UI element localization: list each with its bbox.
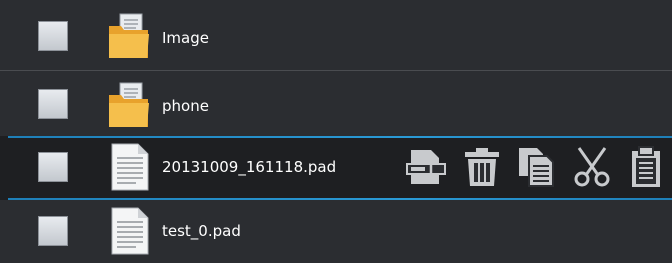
list-item[interactable]: test_0.pad — [0, 200, 672, 263]
file-name[interactable]: phone — [162, 97, 209, 115]
trash-icon[interactable] — [461, 146, 503, 188]
list-item[interactable]: phone — [0, 70, 672, 136]
row-action-toolbar — [405, 146, 665, 190]
list-item[interactable]: Image — [0, 0, 672, 70]
rename-icon[interactable] — [405, 146, 447, 188]
selection-border-top — [8, 136, 672, 138]
file-name[interactable]: 20131009_161118.pad — [162, 158, 336, 176]
list-item-selected[interactable]: 20131009_161118.pad — [0, 136, 672, 200]
file-list: Image phone 20131009_161118.pad test_0.p… — [0, 0, 672, 263]
document-icon — [106, 142, 152, 192]
copy-icon[interactable] — [515, 146, 557, 188]
selection-border-bottom — [8, 198, 672, 200]
row-checkbox[interactable] — [38, 21, 68, 51]
row-checkbox[interactable] — [38, 216, 68, 246]
folder-icon — [106, 12, 152, 62]
document-icon — [106, 206, 152, 256]
clipboard-icon[interactable] — [625, 146, 667, 188]
scissors-icon[interactable] — [571, 146, 613, 188]
file-name[interactable]: Image — [162, 29, 209, 47]
file-name[interactable]: test_0.pad — [162, 222, 241, 240]
row-checkbox[interactable] — [38, 152, 68, 182]
folder-icon — [106, 81, 152, 131]
row-checkbox[interactable] — [38, 89, 68, 119]
